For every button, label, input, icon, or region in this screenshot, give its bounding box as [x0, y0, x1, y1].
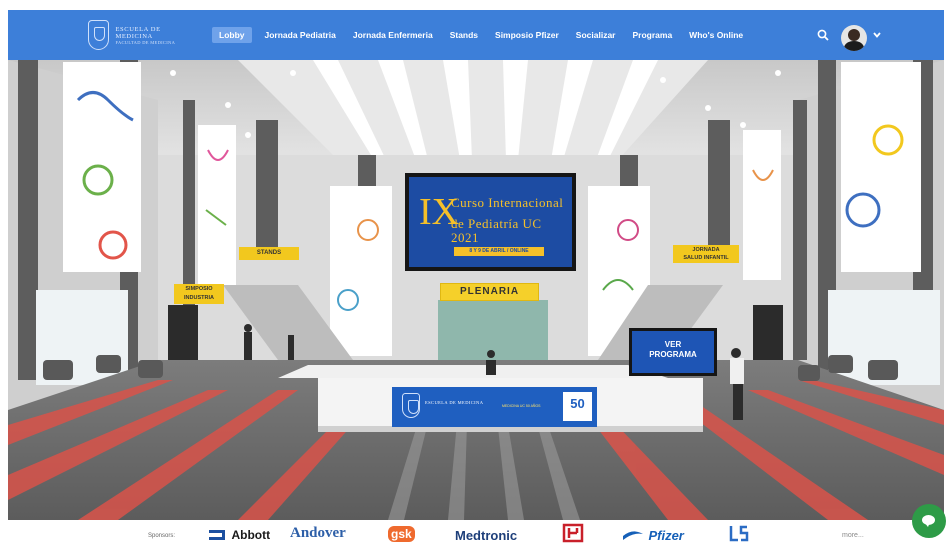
sponsor-abbott[interactable]: Abbott	[207, 526, 270, 544]
main-nav: Lobby Jornada Pediatria Jornada Enfermer…	[212, 27, 760, 43]
ver-programa-screen[interactable]: VER PROGRAMA	[629, 328, 717, 376]
nav-lobby[interactable]: Lobby	[212, 27, 252, 43]
sponsor-lp-logo[interactable]	[562, 523, 584, 543]
ver-programa-line1: VER	[664, 340, 682, 349]
desk-crest-icon	[402, 393, 420, 418]
top-nav-bar: ESCUELA DE MEDICINA FACULTAD DE MEDICINA…	[8, 10, 944, 60]
stands-sign[interactable]: STANDS	[239, 247, 299, 260]
jornada-line2: SALUD INFANTIL	[683, 255, 729, 261]
nav-socializar[interactable]: Socializar	[576, 30, 616, 40]
jornada-line1: JORNADA	[692, 247, 720, 253]
sponsor-medtronic[interactable]: Medtronic	[455, 527, 517, 545]
sponsors-more-link[interactable]: more...	[842, 532, 864, 539]
sponsor-andover[interactable]: Andover	[290, 524, 346, 542]
course-title-screen[interactable]: IX Curso Internacional de Pediatría UC 2…	[405, 173, 576, 271]
jornada-sign[interactable]: JORNADA SALUD INFANTIL	[673, 245, 739, 263]
simposio-line1: SIMPOSIO	[185, 286, 213, 292]
simposio-line2: INDUSTRIA	[184, 295, 214, 301]
avatar[interactable]	[841, 25, 867, 51]
desk-small-text: MEDICINA UC 50 AÑOS	[502, 404, 541, 408]
sponsors-bar: Sponsors: Abbott Andover gsk Medtronic P…	[0, 520, 950, 547]
nav-whos-online[interactable]: Who's Online	[689, 30, 743, 40]
simposio-industria-sign[interactable]: SIMPOSIO INDUSTRIA	[174, 284, 224, 304]
sponsor-ls-logo[interactable]	[728, 524, 750, 542]
nav-programa[interactable]: Programa	[632, 30, 672, 40]
reception-desk-logo: ESCUELA DE MEDICINA MEDICINA UC 50 AÑOS …	[392, 387, 597, 427]
nav-stands[interactable]: Stands	[450, 30, 478, 40]
ver-programa-line2: PROGRAMA	[649, 350, 697, 359]
virtual-lobby-scene: IX Curso Internacional de Pediatría UC 2…	[8, 60, 944, 520]
logo-line2: FACULTAD DE MEDICINA	[115, 39, 176, 45]
chat-button[interactable]	[912, 504, 946, 538]
abbott-icon	[209, 530, 225, 540]
sponsor-gsk[interactable]: gsk	[388, 525, 415, 543]
ls-logo-icon	[729, 525, 749, 542]
nav-jornada-enfermeria[interactable]: Jornada Enfermeria	[353, 30, 433, 40]
lp-logo-icon	[562, 523, 584, 543]
nav-simposio-pfizer[interactable]: Simposio Pfizer	[495, 30, 559, 40]
crest-icon	[88, 20, 110, 50]
sponsor-pfizer[interactable]: Pfizer	[622, 527, 684, 545]
pfizer-swirl-icon	[623, 531, 643, 540]
sponsors-label: Sponsors:	[148, 533, 176, 539]
nav-jornada-pediatria[interactable]: Jornada Pediatria	[265, 30, 336, 40]
course-title-line1: Curso Internacional	[451, 195, 564, 210]
plenaria-sign[interactable]: PLENARIA	[440, 283, 539, 301]
course-title-line2: de Pediatría UC 2021	[451, 216, 542, 245]
logo-line1: ESCUELA DE MEDICINA	[115, 25, 161, 40]
course-date: 8 Y 9 DE ABRIL / ONLINE	[454, 247, 544, 256]
chevron-down-icon[interactable]	[872, 30, 882, 40]
search-icon[interactable]	[817, 29, 829, 41]
anniversary-badge: 50	[563, 392, 592, 421]
escuela-medicina-logo[interactable]: ESCUELA DE MEDICINA FACULTAD DE MEDICINA	[88, 16, 198, 54]
desk-school-name: ESCUELA DE MEDICINA	[425, 400, 484, 405]
